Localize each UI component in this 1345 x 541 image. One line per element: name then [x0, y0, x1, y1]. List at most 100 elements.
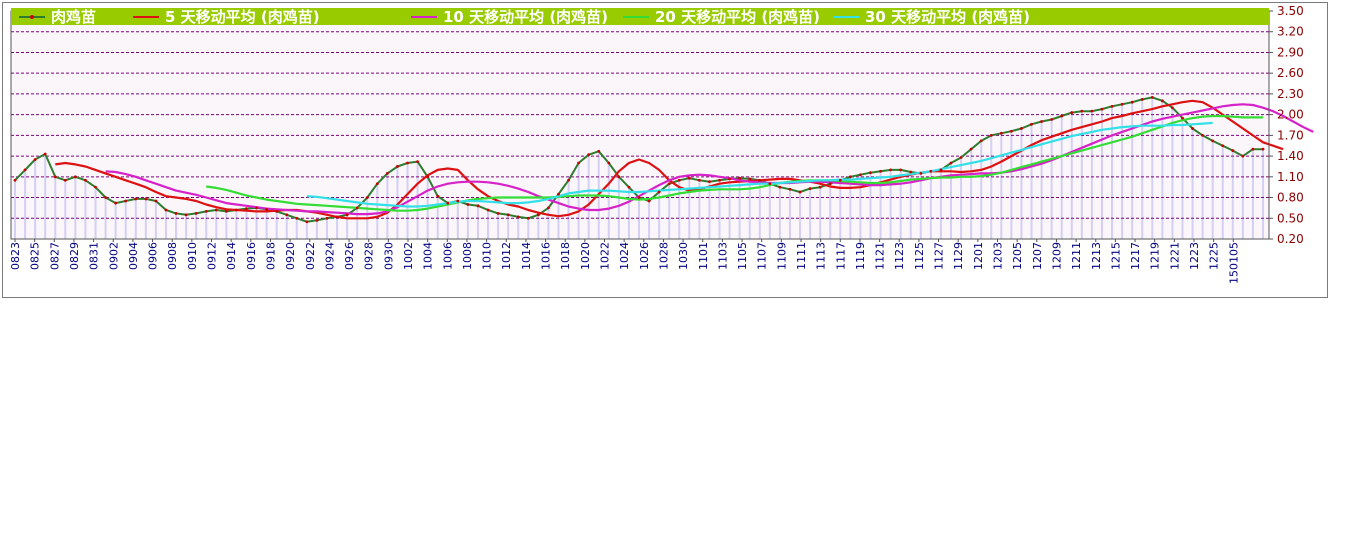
data-point	[23, 168, 27, 172]
x-tick-label: 1016	[540, 242, 553, 270]
value-bar	[14, 180, 16, 239]
value-bar	[1000, 133, 1003, 239]
data-point	[808, 187, 812, 190]
data-point	[385, 171, 389, 175]
data-point	[899, 168, 903, 172]
x-tick-label: 1117	[834, 242, 847, 270]
data-point	[697, 178, 701, 182]
data-point	[154, 199, 158, 203]
x-tick-label: 1223	[1188, 242, 1201, 270]
data-point	[1261, 147, 1265, 151]
value-bar	[456, 201, 459, 239]
data-point	[1211, 139, 1215, 143]
data-point	[1191, 127, 1194, 130]
data-point	[426, 175, 430, 179]
value-bar	[960, 157, 963, 239]
x-tick-label: 1008	[461, 242, 474, 270]
data-point	[999, 131, 1003, 135]
x-tick-label: 0904	[127, 242, 140, 270]
value-bar	[255, 207, 258, 239]
value-bar	[527, 218, 530, 239]
value-bar	[627, 187, 630, 239]
x-tick-label: 1225	[1208, 242, 1221, 270]
value-bar	[607, 163, 610, 239]
data-point	[567, 178, 570, 182]
data-point	[909, 170, 913, 174]
data-point	[114, 201, 118, 205]
x-tick-label: 1020	[579, 242, 592, 270]
value-bar	[1070, 112, 1073, 239]
x-tick-label: 1028	[657, 242, 670, 270]
data-point	[657, 190, 661, 194]
data-point	[305, 220, 309, 224]
value-bar	[446, 203, 449, 239]
data-point	[436, 194, 440, 198]
y-tick-label: 1.40	[1277, 149, 1304, 163]
value-bar	[688, 178, 691, 239]
data-point	[828, 182, 832, 186]
data-point	[859, 173, 862, 177]
data-point	[718, 178, 721, 182]
x-tick-label: 1006	[441, 242, 454, 270]
value-bar	[1181, 118, 1184, 239]
legend-label: 10 天移动平均 (肉鸡苗)	[443, 8, 608, 26]
data-point	[1150, 95, 1154, 99]
y-tick-label: 2.60	[1277, 66, 1304, 80]
data-point	[677, 178, 681, 182]
data-point	[848, 175, 852, 179]
x-tick-label: 0825	[29, 242, 42, 270]
x-tick-label: 1201	[972, 242, 985, 270]
data-point	[1171, 106, 1174, 110]
price-chart: 3.50 3.20 2.90 2.60 2.30 2.00 1.70 1.40 1.10 0.80…	[9, 4, 1314, 284]
data-point	[788, 187, 792, 191]
value-bar	[416, 161, 419, 239]
x-tick-label: 0823	[9, 242, 22, 270]
value-bar	[839, 180, 842, 239]
value-bar	[34, 159, 37, 239]
data-point	[1160, 99, 1164, 103]
value-bar	[336, 216, 339, 239]
value-bar	[809, 188, 812, 239]
value-bar	[1201, 135, 1204, 239]
value-bar	[1030, 124, 1033, 239]
data-point	[184, 213, 188, 217]
data-point	[245, 207, 248, 211]
value-bar	[1080, 111, 1083, 239]
x-tick-label: 0920	[284, 242, 297, 270]
data-point	[235, 208, 238, 212]
data-point	[939, 168, 943, 172]
data-point	[1120, 102, 1124, 106]
data-point	[214, 208, 218, 212]
data-point	[617, 175, 621, 179]
x-tick-label: 0922	[304, 242, 317, 270]
data-point	[406, 161, 409, 165]
value-bar	[648, 201, 651, 239]
value-bar	[728, 178, 731, 239]
x-tick-label: 1221	[1168, 242, 1181, 270]
x-tick-label: 1004	[422, 242, 435, 270]
x-tick-label: 0930	[382, 242, 395, 270]
y-tick-label: 2.00	[1277, 108, 1304, 122]
data-point	[1221, 144, 1225, 148]
data-point	[1009, 129, 1013, 133]
value-bar	[114, 203, 117, 239]
value-bar	[778, 187, 781, 239]
data-point	[1030, 122, 1033, 126]
data-point	[315, 218, 319, 222]
x-tick-label: 0916	[245, 242, 258, 270]
x-tick-label: 1010	[481, 242, 494, 270]
value-bar	[497, 213, 500, 239]
legend-label: 20 天移动平均 (肉鸡苗)	[655, 8, 820, 26]
value-bar	[44, 154, 47, 239]
data-point	[345, 213, 349, 217]
data-point	[496, 212, 500, 215]
x-tick-label: 1107	[756, 242, 769, 270]
data-point	[355, 206, 359, 210]
value-bar	[1111, 106, 1114, 239]
data-point	[778, 185, 782, 189]
x-tick-label: 0906	[147, 242, 160, 270]
data-point	[637, 196, 641, 199]
data-point	[486, 208, 490, 212]
x-tick-label: 1105	[736, 242, 749, 270]
value-bar	[587, 154, 590, 239]
